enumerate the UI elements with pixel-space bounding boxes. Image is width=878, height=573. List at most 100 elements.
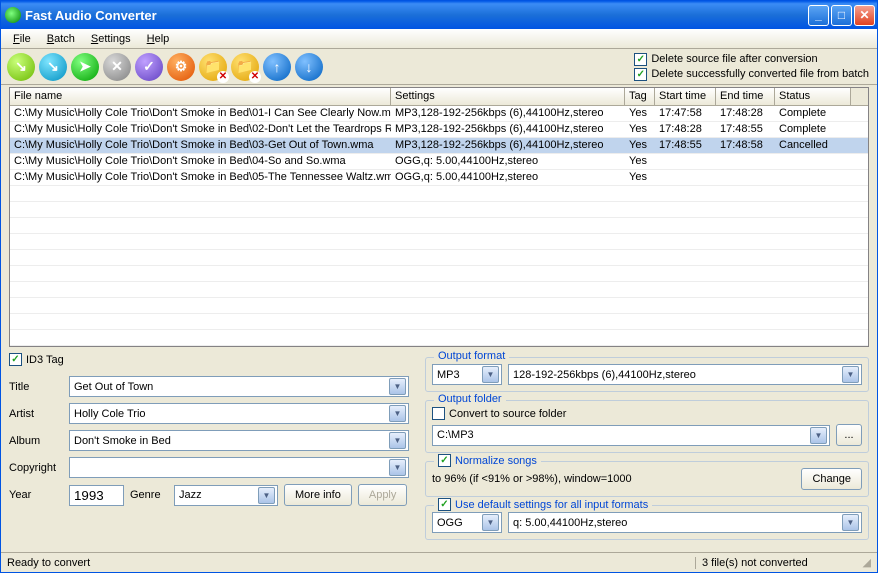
col-header-status[interactable]: Status [775,88,851,105]
defaults-fieldset: ✓ Use default settings for all input for… [425,505,869,540]
title-dropdown-icon[interactable]: ▼ [389,378,406,395]
convert-source-checkbox[interactable]: ✓ [432,407,445,420]
bottom-area: ✓ ID3 Tag Title Get Out of Town ▼ Artist… [1,349,877,552]
check-button[interactable]: ✓ [135,53,163,81]
genre-label: Genre [130,489,168,501]
table-row[interactable]: C:\My Music\Holly Cole Trio\Don't Smoke … [10,138,868,154]
statusbar: Ready to convert 3 file(s) not converted… [1,552,877,572]
output-format-fieldset: Output format MP3 ▼ 128-192-256kbps (6),… [425,357,869,392]
title-combo[interactable]: Get Out of Town ▼ [69,376,409,397]
window-title: Fast Audio Converter [25,8,808,23]
output-folder-dropdown-icon[interactable]: ▼ [810,427,827,444]
table-row[interactable]: C:\My Music\Holly Cole Trio\Don't Smoke … [10,170,868,186]
id3-checkbox[interactable]: ✓ [9,353,22,366]
output-format-legend: Output format [434,350,509,362]
delete-converted-checkbox[interactable]: ✓ [634,68,647,81]
output-format-combo[interactable]: MP3 ▼ [432,364,502,385]
status-left: Ready to convert [7,557,695,569]
defaults-detail-combo[interactable]: q: 5.00,44100Hz,stereo ▼ [508,512,862,533]
col-header-tag[interactable]: Tag [625,88,655,105]
resize-grip-icon[interactable]: ◢ [855,556,871,569]
col-header-start[interactable]: Start time [655,88,716,105]
cell-tag: Yes [625,154,655,169]
move-up-button[interactable]: ↑ [263,53,291,81]
cell-file: C:\My Music\Holly Cole Trio\Don't Smoke … [10,122,391,137]
col-header-end[interactable]: End time [716,88,775,105]
table-row[interactable]: C:\My Music\Holly Cole Trio\Don't Smoke … [10,106,868,122]
copyright-dropdown-icon[interactable]: ▼ [389,459,406,476]
defaults-format-combo[interactable]: OGG ▼ [432,512,502,533]
album-combo[interactable]: Don't Smoke in Bed ▼ [69,430,409,451]
cell-start: 17:47:58 [655,106,716,121]
close-button[interactable]: ✕ [854,5,875,26]
menu-settings[interactable]: Settings [83,31,139,47]
add-folder-button[interactable]: ↘ [39,53,67,81]
table-row-empty [10,298,868,314]
artist-combo[interactable]: Holly Cole Trio ▼ [69,403,409,424]
grid-body[interactable]: C:\My Music\Holly Cole Trio\Don't Smoke … [10,106,868,346]
cell-tag: Yes [625,122,655,137]
artist-label: Artist [9,408,63,420]
cell-end: 17:48:55 [716,122,775,137]
output-detail-value: 128-192-256kbps (6),44100Hz,stereo [511,369,842,381]
browse-button[interactable]: ... [836,424,862,446]
col-header-file[interactable]: File name [10,88,391,105]
title-value: Get Out of Town [72,381,389,393]
cell-end [716,154,775,169]
cell-file: C:\My Music\Holly Cole Trio\Don't Smoke … [10,154,391,169]
delete-source-checkbox[interactable]: ✓ [634,53,647,66]
table-row-empty [10,186,868,202]
table-row-empty [10,330,868,346]
copyright-combo[interactable]: ▼ [69,457,409,478]
app-window: Fast Audio Converter _ □ ✕ File Batch Se… [0,0,878,573]
cell-end: 17:48:28 [716,106,775,121]
cell-end: 17:48:58 [716,138,775,153]
defaults-detail-dropdown-icon[interactable]: ▼ [842,514,859,531]
year-input[interactable] [69,485,124,506]
stop-button[interactable]: ✕ [103,53,131,81]
defaults-detail-value: q: 5.00,44100Hz,stereo [511,517,842,529]
table-row[interactable]: C:\My Music\Holly Cole Trio\Don't Smoke … [10,154,868,170]
normalize-checkbox[interactable]: ✓ [438,454,451,467]
add-file-button[interactable]: ↘ [7,53,35,81]
convert-button[interactable]: ➤ [71,53,99,81]
apply-button[interactable]: Apply [358,484,408,506]
move-down-button[interactable]: ↓ [295,53,323,81]
output-detail-combo[interactable]: 128-192-256kbps (6),44100Hz,stereo ▼ [508,364,862,385]
menu-batch[interactable]: Batch [39,31,83,47]
clear-list-button[interactable]: 📁 [231,53,259,81]
normalize-fieldset: ✓ Normalize songs to 96% (if <91% or >98… [425,461,869,497]
file-grid: File name Settings Tag Start time End ti… [9,87,869,347]
output-folder-combo[interactable]: C:\MP3 ▼ [432,425,830,446]
minimize-button[interactable]: _ [808,5,829,26]
cell-start [655,154,716,169]
settings-button[interactable]: ⚙ [167,53,195,81]
cell-settings: MP3,128-192-256kbps (6),44100Hz,stereo [391,138,625,153]
remove-file-button[interactable]: 📁 [199,53,227,81]
copyright-label: Copyright [9,462,63,474]
output-detail-dropdown-icon[interactable]: ▼ [842,366,859,383]
genre-combo[interactable]: Jazz ▼ [174,485,278,506]
cell-status [775,170,851,185]
maximize-button[interactable]: □ [831,5,852,26]
album-label: Album [9,435,63,447]
col-header-settings[interactable]: Settings [391,88,625,105]
menubar: File Batch Settings Help [1,29,877,49]
album-dropdown-icon[interactable]: ▼ [389,432,406,449]
status-right: 3 file(s) not converted [695,557,855,569]
table-row[interactable]: C:\My Music\Holly Cole Trio\Don't Smoke … [10,122,868,138]
more-info-button[interactable]: More info [284,484,352,506]
artist-dropdown-icon[interactable]: ▼ [389,405,406,422]
defaults-format-dropdown-icon[interactable]: ▼ [482,514,499,531]
table-row-empty [10,234,868,250]
output-format-dropdown-icon[interactable]: ▼ [482,366,499,383]
defaults-checkbox[interactable]: ✓ [438,498,451,511]
cell-tag: Yes [625,106,655,121]
album-value: Don't Smoke in Bed [72,435,389,447]
menu-help[interactable]: Help [139,31,178,47]
cell-file: C:\My Music\Holly Cole Trio\Don't Smoke … [10,170,391,185]
normalize-change-button[interactable]: Change [801,468,862,490]
menu-file[interactable]: File [5,31,39,47]
table-row-empty [10,314,868,330]
genre-dropdown-icon[interactable]: ▼ [258,487,275,504]
